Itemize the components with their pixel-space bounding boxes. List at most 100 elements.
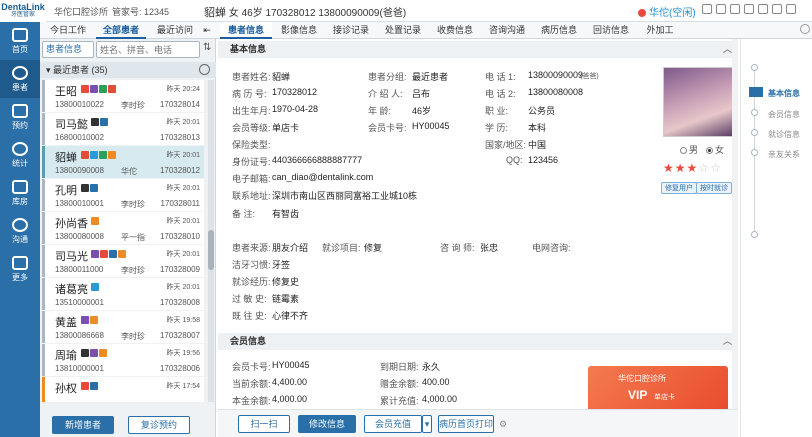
user-icon[interactable] (744, 4, 754, 14)
section-title: 基本信息 (230, 44, 267, 54)
sort-icon[interactable]: ⇅ (203, 42, 211, 53)
patient-doctor: 李时珍 (121, 200, 145, 209)
section-nav-basic[interactable]: 基本信息 (768, 88, 800, 99)
patient-card[interactable]: 司马光 昨天 20:01 13800011000 李时珍 170328009 (42, 245, 204, 277)
maximize-icon[interactable] (772, 4, 782, 14)
recharge-button[interactable]: 会员充值 (364, 415, 422, 433)
nav-appointments[interactable]: 预约 (0, 98, 40, 136)
patient-tags (81, 184, 99, 194)
tab-billing-info[interactable]: 收费信息 (430, 22, 480, 39)
rating-stars[interactable]: ★★★☆☆ (663, 161, 722, 175)
patient-card[interactable]: 黄盖 昨天 19:58 13800086668 李时珍 170328007 (42, 311, 204, 343)
scan-button[interactable]: 扫一扫 (238, 415, 290, 433)
header-patient-name: 貂蝉 (204, 7, 226, 19)
edu-value: 本科 (528, 123, 547, 133)
home-icon[interactable] (730, 4, 740, 14)
intro-label: 介 绍 人: (368, 89, 403, 99)
gear-icon[interactable] (800, 24, 810, 34)
tab-outsourcing[interactable]: 外加工 (638, 22, 682, 39)
gender-female-radio[interactable]: 女 (706, 143, 724, 156)
revisit-appointment-button[interactable]: 复诊预约 (128, 416, 190, 434)
new-patient-button[interactable]: 新增患者 (52, 416, 114, 434)
tag-icon (81, 184, 89, 192)
add-patient-icon[interactable] (199, 64, 210, 75)
patient-card-selected[interactable]: 貂蝉 昨天 20:01 13800090008 华佗 170328012 (42, 146, 204, 178)
search-input[interactable] (96, 41, 200, 58)
section-nav-relations[interactable]: 亲友关系 (768, 149, 800, 160)
print-record-button[interactable]: 病历首页打印 (438, 415, 494, 433)
tab-consultation[interactable]: 咨询沟通 (482, 22, 532, 39)
radio-checked-icon (706, 147, 713, 154)
star-icon: ★ (674, 161, 687, 175)
patient-card[interactable]: 王昭 昨天 20:24 13800010022 李时珍 170328014 (42, 80, 204, 112)
qq-label: QQ: (506, 155, 523, 165)
balance-value: 4,400.00 (272, 377, 308, 387)
tab-medical-records[interactable]: 病历信息 (534, 22, 584, 39)
vip-card[interactable]: 华佗口腔诊所 VIP 单店卡 (588, 366, 728, 409)
patient-list-scrollbar[interactable] (208, 80, 214, 402)
basic-info-header[interactable]: 基本信息 ︿ (218, 41, 738, 58)
group-label: 患者分组: (368, 72, 407, 82)
phone-icon[interactable] (702, 4, 712, 14)
star-icon: ☆ (698, 161, 711, 175)
logo-text: DentaLink (1, 2, 45, 12)
record-label: 病 历 号: (232, 89, 267, 99)
recharge-dropdown-icon[interactable]: ▾ (422, 415, 432, 433)
phone2-value: 13800080008 (528, 87, 584, 97)
source-value: 朋友介绍 (272, 243, 309, 253)
member-info-header[interactable]: 会员信息 ︿ (218, 333, 738, 350)
section-nav-visit[interactable]: 就诊信息 (768, 129, 800, 140)
patient-card[interactable]: 孙权 昨天 17:54 (42, 377, 204, 402)
patient-card[interactable]: 孔明 昨天 20:01 13800010001 李时珍 170328011 (42, 179, 204, 211)
patient-name: 司马懿 (55, 119, 88, 131)
patient-card[interactable]: 孙尚香 昨天 20:01 13800080008 平一指 170328010 (42, 212, 204, 244)
nav-patients[interactable]: 患者 (0, 60, 40, 98)
expire-label: 到期日期: (380, 362, 419, 372)
principal-value: 4,000.00 (272, 394, 308, 404)
patient-tags (81, 349, 108, 359)
tab-recent-visits[interactable]: 最近访问 (150, 22, 200, 39)
cleaning-value: 牙签 (272, 260, 291, 270)
tab-visit-records[interactable]: 接诊记录 (326, 22, 376, 39)
minimize-icon[interactable] (758, 4, 768, 14)
nav-warehouse[interactable]: 库房 (0, 174, 40, 212)
collapse-icon[interactable]: ⇤ (200, 22, 214, 39)
tag-badge[interactable]: 按时就诊 (696, 182, 732, 194)
patient-card[interactable]: 司马懿 昨天 20:01 16800010002 170328013 (42, 113, 204, 145)
patient-avatar[interactable] (663, 67, 733, 137)
section-nav-member[interactable]: 会员信息 (768, 109, 800, 120)
doctor-status[interactable]: 华佗(空闲) (638, 4, 696, 19)
header-patient-info: 貂蝉 女 46岁 170328012 13800090009(爸爸) (204, 4, 406, 20)
recent-patients-group[interactable]: ▾ 最近患者 (35) (40, 62, 216, 78)
settings-icon[interactable]: ⚙ (496, 415, 510, 433)
nav-more[interactable]: 更多 (0, 250, 40, 288)
section-title: 会员信息 (230, 336, 267, 346)
patient-phone: 13800010001 (55, 199, 104, 208)
tab-treatment-records[interactable]: 处置记录 (378, 22, 428, 39)
tab-today-work[interactable]: 今日工作 (44, 22, 92, 39)
nav-communication[interactable]: 沟通 (0, 212, 40, 250)
detail-scrollbar[interactable] (732, 39, 738, 409)
gender-male-radio[interactable]: 男 (680, 143, 698, 156)
mail-icon[interactable] (716, 4, 726, 14)
scrollbar-thumb[interactable] (208, 230, 214, 270)
patient-phone: 13510000001 (55, 298, 104, 307)
level-label: 会员等级: (232, 123, 271, 133)
tag-badge[interactable]: 修复用户 (661, 182, 697, 194)
tab-followup[interactable]: 回访信息 (586, 22, 636, 39)
home-icon (12, 28, 28, 42)
tab-image-info[interactable]: 影像信息 (274, 22, 324, 39)
status-label: 华佗(空闲) (649, 8, 696, 19)
close-icon[interactable] (786, 4, 796, 14)
patient-phone: 13800011000 (55, 265, 104, 274)
patient-card[interactable]: 周瑜 昨天 19:56 13810000001 170328006 (42, 344, 204, 376)
tab-all-patients[interactable]: 全部患者 (96, 22, 146, 39)
nav-home[interactable]: 首页 (0, 22, 40, 60)
edit-info-button[interactable]: 修改信息 (298, 415, 356, 433)
source-label: 患者来源: (232, 243, 271, 253)
search-type-select[interactable]: 患者信息 (42, 41, 94, 58)
patient-detail: 基本信息 ︿ 患者姓名: 貂蝉 患者分组: 最近患者 电 话 1: 1380009… (218, 39, 738, 409)
patient-card[interactable]: 诸葛亮 昨天 20:01 13510000001 170328008 (42, 278, 204, 310)
nav-stats[interactable]: 统计 (0, 136, 40, 174)
tab-patient-info[interactable]: 患者信息 (220, 22, 272, 39)
